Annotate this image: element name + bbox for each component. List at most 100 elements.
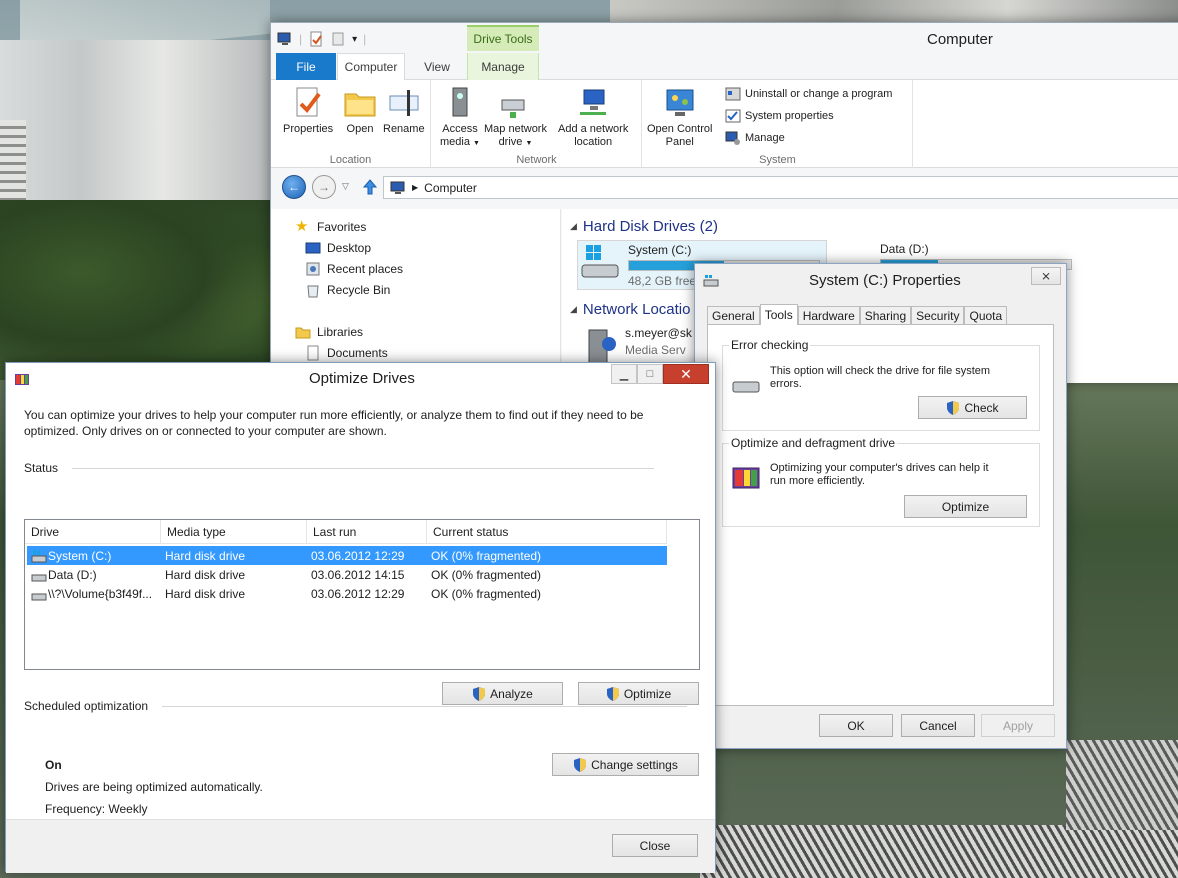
- tab-security[interactable]: Security: [911, 306, 965, 325]
- tab-quota[interactable]: Quota: [964, 306, 1008, 325]
- tab-computer[interactable]: Computer: [337, 53, 405, 81]
- ribbon-group-label: Location: [329, 154, 372, 166]
- nav-recent-places[interactable]: Recent places: [305, 261, 403, 277]
- properties-title: System (C:) Properties: [809, 272, 961, 289]
- optimize-footer: Close: [6, 819, 715, 873]
- column-header-drive[interactable]: Drive: [25, 520, 161, 544]
- maximize-button[interactable]: □: [637, 364, 663, 384]
- computer-icon[interactable]: [277, 31, 293, 47]
- list-row-drive-d[interactable]: Data (D:) Hard disk drive 03.06.2012 14:…: [27, 565, 667, 584]
- network-locations-header[interactable]: ◢ Network Locatio: [570, 301, 690, 318]
- open-button[interactable]: Open: [343, 86, 377, 136]
- ok-button[interactable]: OK: [819, 714, 893, 737]
- rename-icon: [389, 90, 419, 116]
- rename-button[interactable]: Rename: [383, 86, 425, 136]
- drive-name: System (C:): [48, 548, 112, 563]
- group-title: Optimize and defragment drive: [729, 436, 898, 450]
- windows-drive-icon: [31, 549, 47, 562]
- forward-button[interactable]: →: [312, 175, 336, 199]
- change-settings-button[interactable]: Change settings: [552, 753, 699, 776]
- check-button[interactable]: Check: [918, 396, 1027, 419]
- optimize-button[interactable]: Optimize: [904, 495, 1027, 518]
- ribbon-group-system: Open Control Panel Uninstall or change a…: [643, 80, 913, 168]
- recent-places-icon: [306, 262, 320, 276]
- tab-general[interactable]: General: [707, 306, 760, 325]
- ribbon-group-location: Properties Open Rename Location: [271, 80, 431, 168]
- close-button[interactable]: ⨯: [1031, 267, 1061, 285]
- scheduled-section-header: Scheduled optimization: [24, 699, 688, 713]
- properties-button[interactable]: Properties: [283, 86, 333, 136]
- uac-shield-icon: [574, 758, 587, 772]
- separator: |: [299, 32, 303, 46]
- tab-tools[interactable]: Tools: [759, 304, 798, 325]
- customize-toolbar-icon[interactable]: ▾: [352, 34, 357, 45]
- navigation-pane: ★ Favorites Desktop Recent places Recycl…: [271, 209, 561, 383]
- group-description: This option will check the drive for fil…: [770, 365, 991, 390]
- tab-view[interactable]: View: [411, 53, 463, 80]
- manage-button[interactable]: Manage: [725, 130, 785, 146]
- ribbon-group-label: System: [759, 154, 796, 166]
- ribbon-group-network: Access media ▼ Map network drive ▼ Add a…: [432, 80, 642, 168]
- last-run-cell: 03.06.2012 14:15: [311, 567, 405, 582]
- media-type-cell: Hard disk drive: [165, 567, 246, 582]
- tab-hardware[interactable]: Hardware: [797, 306, 860, 325]
- nav-favorites[interactable]: ★ Favorites: [295, 219, 366, 235]
- breadcrumb-arrow-icon[interactable]: ▶: [412, 183, 418, 192]
- minimize-icon: ▁: [619, 368, 629, 381]
- libraries-icon: [295, 327, 311, 339]
- system-properties-button[interactable]: System properties: [725, 108, 834, 124]
- map-network-drive-button[interactable]: Map network drive ▼: [484, 86, 547, 150]
- window-title: Computer: [927, 31, 993, 48]
- properties-icon[interactable]: [308, 31, 324, 47]
- programs-icon: [725, 87, 741, 101]
- status-section-header: Status: [24, 461, 655, 475]
- access-media-button[interactable]: Access media ▼: [440, 86, 480, 150]
- documents-icon: [307, 345, 319, 361]
- caption-buttons: ▁ □ ✕: [611, 364, 709, 384]
- tab-manage[interactable]: Manage: [467, 53, 539, 80]
- collapse-triangle-icon: ◢: [570, 221, 577, 231]
- add-network-location-button[interactable]: Add a network location: [558, 86, 628, 149]
- recycle-bin-icon: [307, 285, 319, 298]
- drives-list[interactable]: Drive Media type Last run Current status…: [24, 519, 700, 670]
- back-button[interactable]: ←: [282, 175, 306, 199]
- optimize-group: Optimize and defragment drive Optimizing…: [722, 436, 1040, 527]
- nav-recycle-bin[interactable]: Recycle Bin: [305, 282, 390, 298]
- nav-documents[interactable]: Documents: [305, 345, 388, 361]
- section-divider: [162, 705, 688, 707]
- close-window-button[interactable]: ✕: [663, 364, 709, 384]
- up-arrow-icon[interactable]: [361, 178, 379, 196]
- column-header-last-run[interactable]: Last run: [307, 520, 427, 544]
- system-properties-icon: [725, 109, 741, 123]
- new-folder-icon[interactable]: [330, 31, 346, 47]
- dropdown-caret-icon: ▼: [473, 140, 480, 147]
- open-control-panel-button[interactable]: Open Control Panel: [647, 86, 712, 149]
- recent-locations-dropdown-icon[interactable]: ▽: [342, 181, 349, 192]
- maximize-icon: □: [646, 368, 654, 380]
- address-field[interactable]: ▶ Computer: [383, 176, 1178, 199]
- nav-desktop[interactable]: Desktop: [305, 240, 371, 256]
- network-location-icon: [580, 89, 607, 115]
- hard-disk-drives-header[interactable]: ◢ Hard Disk Drives (2): [570, 218, 718, 235]
- status-cell: OK (0% fragmented): [431, 586, 542, 601]
- breadcrumb-computer[interactable]: Computer: [424, 181, 477, 195]
- list-row-volume[interactable]: \\?\Volume{b3f49f... Hard disk drive 03.…: [27, 584, 667, 603]
- drive-properties-dialog: System (C:) Properties ⨯ General Tools H…: [694, 263, 1067, 749]
- cancel-button[interactable]: Cancel: [901, 714, 975, 737]
- uninstall-program-button[interactable]: Uninstall or change a program: [725, 86, 892, 102]
- optimize-titlebar: Optimize Drives ▁ □ ✕: [6, 363, 715, 395]
- tab-sharing[interactable]: Sharing: [859, 306, 912, 325]
- close-button[interactable]: Close: [612, 834, 698, 857]
- list-row-drive-c[interactable]: System (C:) Hard disk drive 03.06.2012 1…: [27, 546, 667, 565]
- column-header-media-type[interactable]: Media type: [161, 520, 307, 544]
- nav-libraries[interactable]: Libraries: [295, 324, 363, 340]
- minimize-button[interactable]: ▁: [611, 364, 637, 384]
- network-drive-icon: [501, 99, 525, 118]
- star-icon: ★: [295, 218, 309, 235]
- column-header-current-status[interactable]: Current status: [427, 520, 667, 544]
- apply-button[interactable]: Apply: [981, 714, 1055, 737]
- windows-drive-icon: [581, 245, 619, 278]
- drive-name: \\?\Volume{b3f49f...: [48, 586, 153, 601]
- tab-file[interactable]: File: [276, 53, 336, 80]
- ribbon: Properties Open Rename Location Access m…: [271, 80, 1178, 168]
